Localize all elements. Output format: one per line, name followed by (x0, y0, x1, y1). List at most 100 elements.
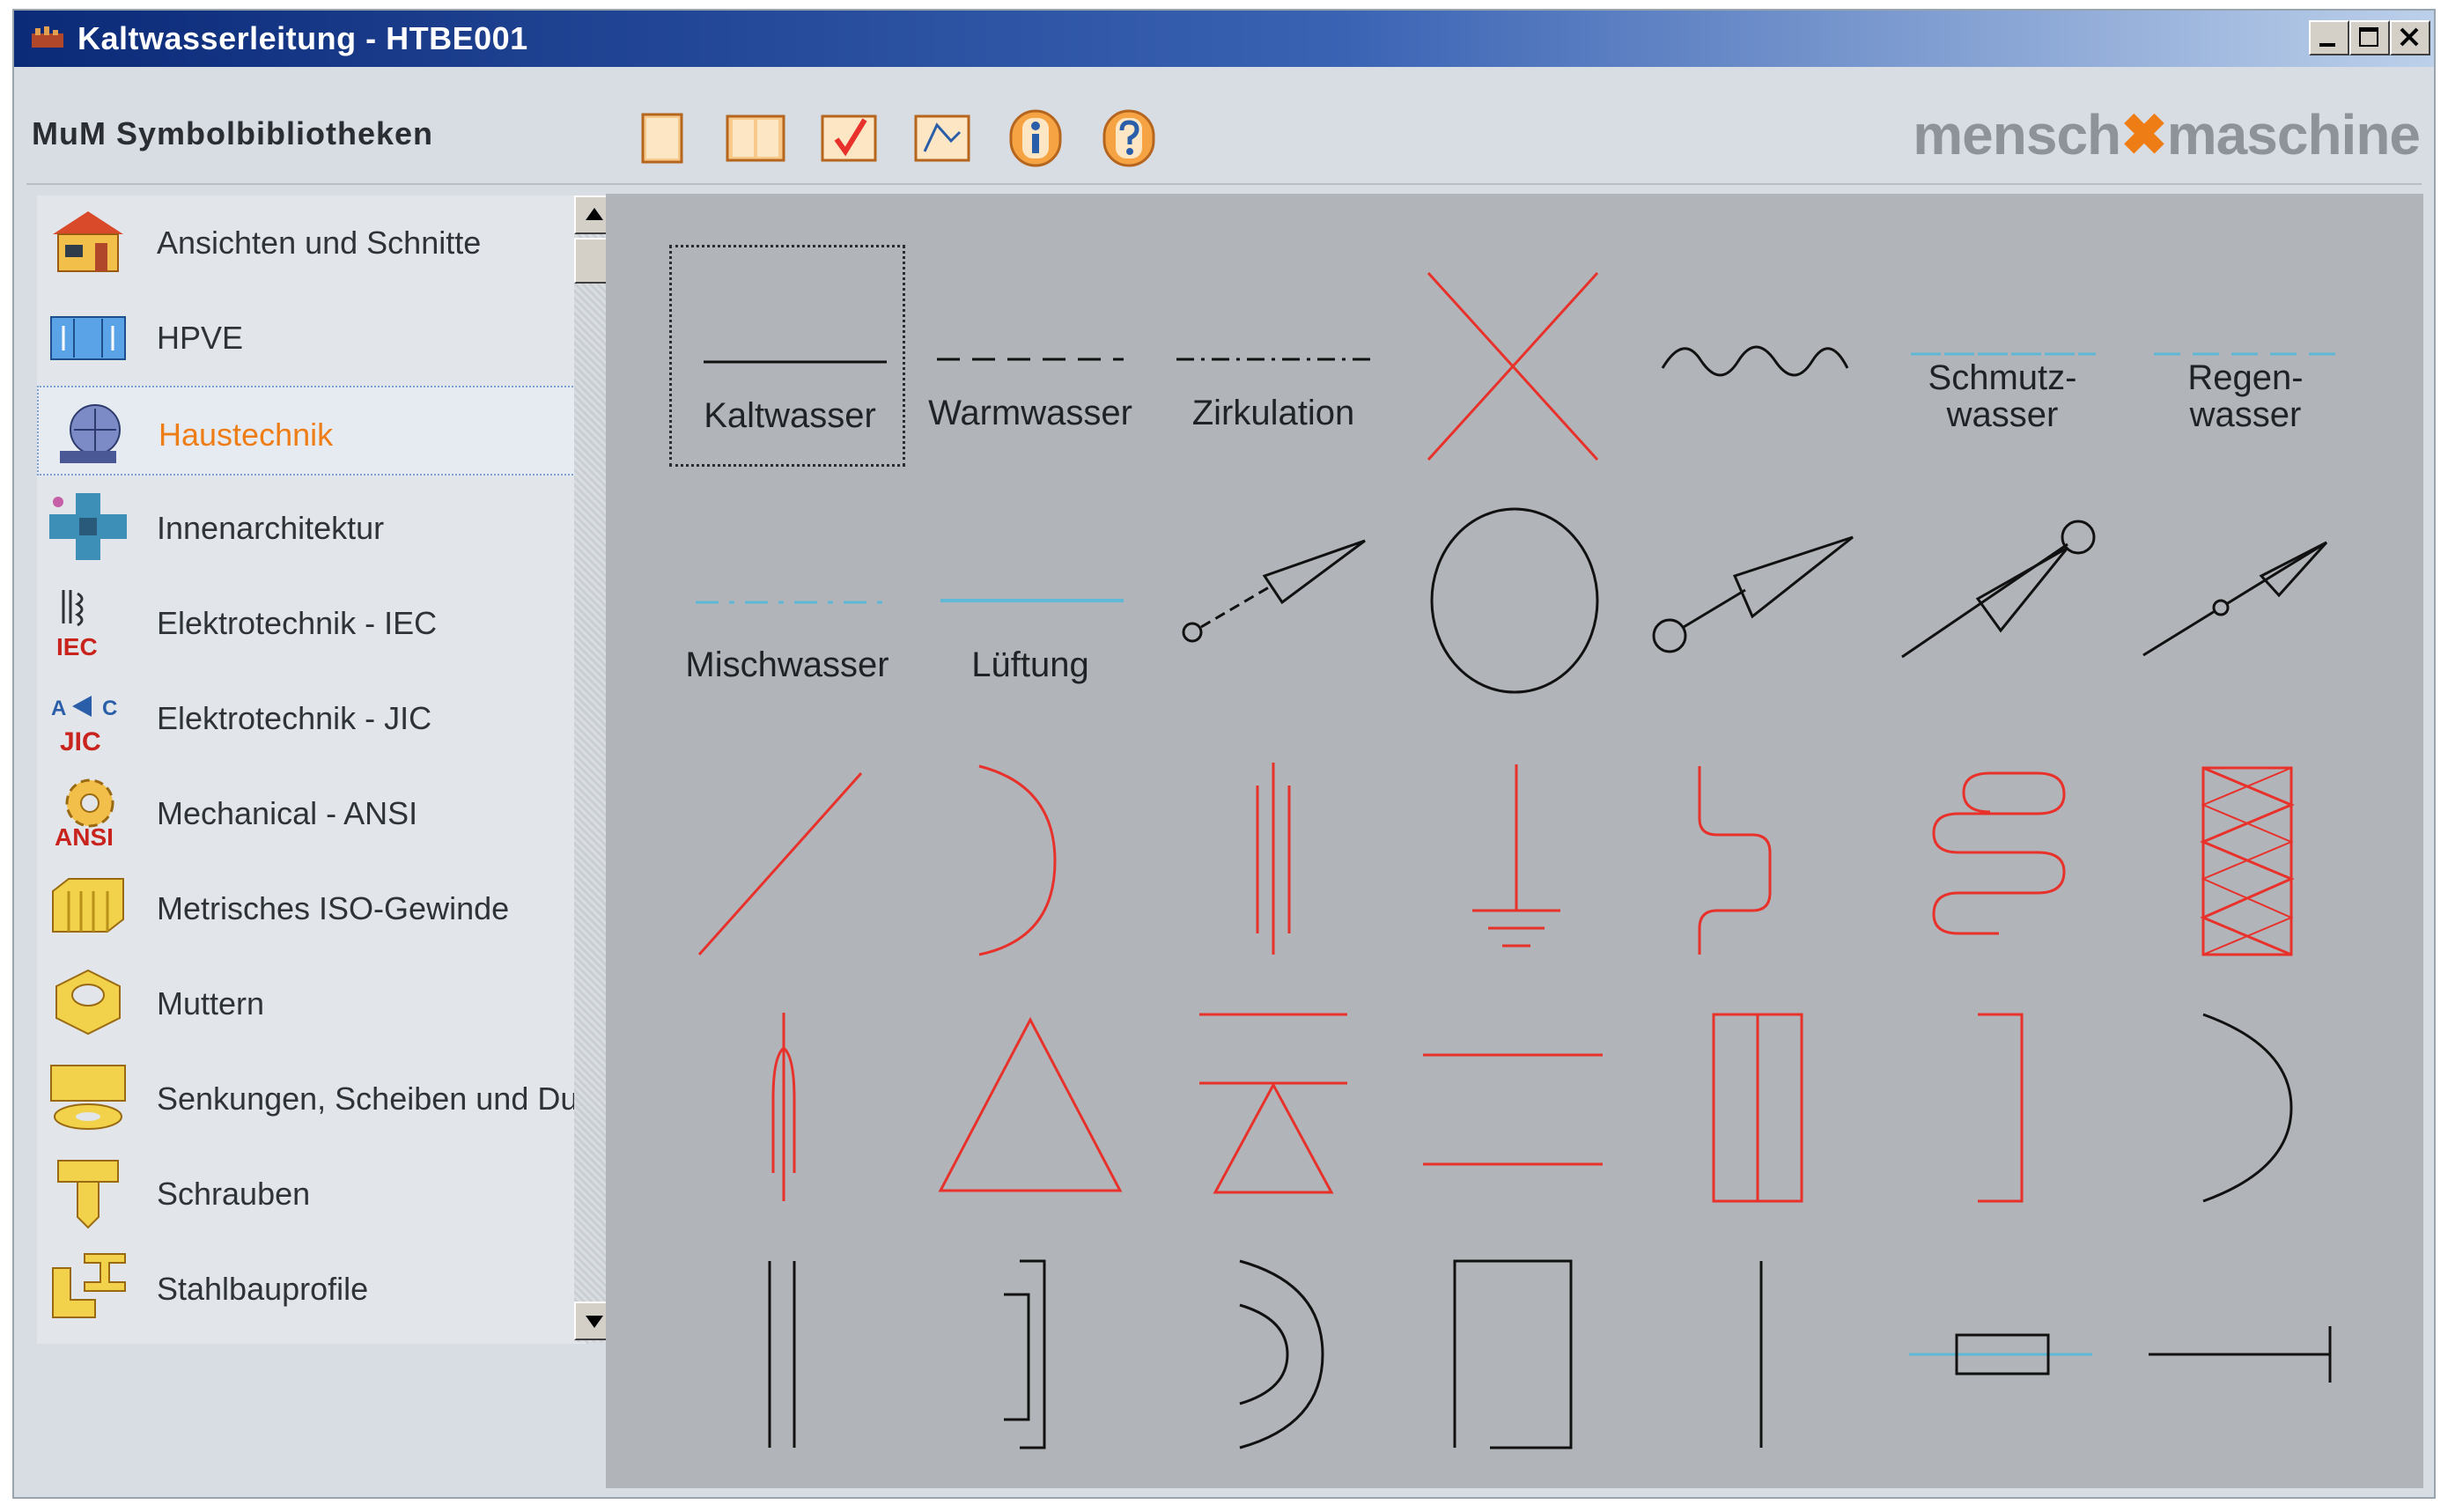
symbol-klammer-rot[interactable] (1884, 985, 2120, 1206)
window-title: Kaltwasserleitung - HTBE001 (77, 20, 528, 56)
sidebar-item-label: Mechanical - ANSI (157, 795, 418, 831)
symbol-bogen[interactable] (912, 738, 1148, 960)
symbol-tuer[interactable] (1398, 1231, 1634, 1453)
symbol-warmwasser[interactable]: Warmwasser (912, 245, 1148, 467)
screw-icon (57, 1160, 119, 1229)
line-end-icon (2149, 1326, 2332, 1383)
maximize-icon (2359, 27, 2378, 47)
coil-icon (1932, 771, 2066, 935)
sidebar-item-senkungen[interactable]: Senkungen, Scheiben und Du (37, 1051, 586, 1141)
dot-arrow-icon (2142, 541, 2328, 657)
open-book-button[interactable] (724, 106, 787, 169)
symbol-daemmung[interactable] (2127, 738, 2363, 960)
symbol-doppelklammer[interactable] (912, 1231, 1148, 1453)
circle-icon (1430, 507, 1599, 694)
symbol-erdung[interactable] (1398, 738, 1634, 960)
interior-icon (49, 493, 127, 560)
double-arc-icon (1239, 1259, 1324, 1449)
symbol-pfeil-rueckwaerts[interactable] (1884, 491, 2120, 713)
washer-icon (50, 1065, 126, 1130)
symbol-label: Kaltwasser (704, 396, 876, 435)
symbol-label: Lüftung (971, 645, 1089, 684)
minimize-button[interactable] (2309, 20, 2349, 55)
check-icon (821, 114, 877, 162)
close-button[interactable] (2390, 20, 2430, 55)
symbol-sicherung[interactable] (669, 985, 905, 1206)
symbol-welle[interactable] (1641, 245, 1877, 467)
symbol-diode[interactable] (1155, 985, 1391, 1206)
sidebar-item-muttern[interactable]: Muttern (37, 956, 586, 1046)
wave-line-icon (1661, 345, 1849, 377)
svg-text:A: A (51, 697, 66, 720)
symbol-pfeil-kreis[interactable] (1641, 491, 1877, 713)
sidebar-item-haustechnik[interactable]: Haustechnik (37, 386, 586, 476)
bracket-icon (1978, 1013, 2024, 1203)
ansi-gear-icon: ANSI (55, 778, 114, 849)
cold-water-line-icon (704, 360, 887, 364)
new-sheet-button[interactable] (630, 106, 694, 169)
symbol-pfeil-gestrichelt[interactable] (1155, 491, 1391, 713)
symbol-kondensator[interactable] (1155, 738, 1391, 960)
check-button[interactable] (817, 106, 881, 169)
dashed-arrow-icon (1182, 539, 1366, 643)
house-icon (53, 211, 123, 272)
library-list[interactable]: Ansichten und Schnitte HPVE Haustechnik … (37, 195, 615, 1344)
hpve-icon (50, 316, 126, 360)
sidebar-item-jic[interactable]: A C JIC Elektrotechnik - JIC (37, 671, 586, 761)
svg-text:C: C (102, 697, 117, 720)
symbol-regenwasser[interactable]: Regen- wasser (2127, 245, 2363, 467)
sidebar-item-label: Innenarchitektur (157, 510, 385, 546)
symbol-mischwasser[interactable]: Mischwasser (669, 491, 905, 713)
edit-symbol-icon (914, 114, 970, 162)
edit-symbol-button[interactable] (911, 106, 974, 169)
close-icon (2400, 27, 2419, 47)
diode-icon (1199, 1013, 1347, 1194)
symbol-zirkulation[interactable]: Zirkulation (1155, 245, 1391, 467)
symbol-doppelrechteck[interactable] (1641, 985, 1877, 1206)
app-icon (32, 26, 63, 48)
warm-water-line-icon (937, 358, 1124, 361)
sidebar-item-ansi[interactable]: ANSI Mechanical - ANSI (37, 766, 586, 856)
symbol-diagonale[interactable] (669, 738, 905, 960)
symbol-kreuz[interactable] (1398, 245, 1634, 467)
symbol-pfeil-punkt[interactable] (2127, 491, 2363, 713)
iso-thread-icon (52, 878, 124, 933)
symbol-kaltwasser[interactable]: Kaltwasser (669, 245, 905, 467)
fuse-icon (771, 1013, 796, 1201)
symbol-doppelbogen[interactable] (1155, 1231, 1391, 1453)
symbol-gleich[interactable] (1398, 985, 1634, 1206)
parallel-lines-icon (1256, 763, 1291, 955)
single-line-icon (1759, 1261, 1763, 1448)
title-bar[interactable]: Kaltwasserleitung - HTBE001 (14, 11, 2434, 67)
symbol-lueftung[interactable]: Lüftung (912, 491, 1148, 713)
sidebar-item-iec[interactable]: IEC Elektrotechnik - IEC (37, 576, 586, 666)
help-button[interactable] (1097, 106, 1161, 169)
sidebar-item-iso-gewinde[interactable]: Metrisches ISO-Gewinde (37, 861, 586, 951)
toolbar-divider (26, 183, 2422, 185)
symbol-rechteck-leitung[interactable] (1884, 1231, 2120, 1453)
arrow-circle-icon (1652, 535, 1854, 653)
double-rectangle-icon (1712, 1013, 1803, 1203)
svg-text:JIC: JIC (60, 727, 101, 754)
symbol-kroepfung[interactable] (1641, 738, 1877, 960)
sidebar-item-label: HPVE (157, 320, 244, 356)
symbol-heizschlange[interactable] (1884, 738, 2120, 960)
new-sheet-icon (641, 113, 683, 164)
double-line-icon (768, 1261, 796, 1448)
info-button[interactable] (1004, 106, 1067, 169)
symbol-schmutzwasser[interactable]: Schmutz- wasser (1884, 245, 2120, 467)
symbol-dreieck[interactable] (912, 985, 1148, 1206)
sidebar-item-schrauben[interactable]: Schrauben (37, 1147, 586, 1236)
sidebar-item-stahlbauprofile[interactable]: Stahlbauprofile (37, 1242, 586, 1331)
sidebar-item-label: Ansichten und Schnitte (157, 225, 482, 261)
sidebar-item-innenarchitektur[interactable]: Innenarchitektur (37, 481, 586, 571)
symbol-einzellinie[interactable] (1641, 1231, 1877, 1453)
diagonal-line-icon (697, 772, 863, 955)
symbol-bogen-schwarz[interactable] (2127, 985, 2363, 1206)
sidebar-item-ansichten[interactable]: Ansichten und Schnitte (37, 195, 586, 285)
symbol-leitungsende[interactable] (2127, 1231, 2363, 1453)
symbol-kreis[interactable] (1398, 491, 1634, 713)
symbol-doppellinie[interactable] (669, 1231, 905, 1453)
sidebar-item-hpve[interactable]: HPVE (37, 291, 586, 380)
maximize-button[interactable] (2349, 20, 2390, 55)
